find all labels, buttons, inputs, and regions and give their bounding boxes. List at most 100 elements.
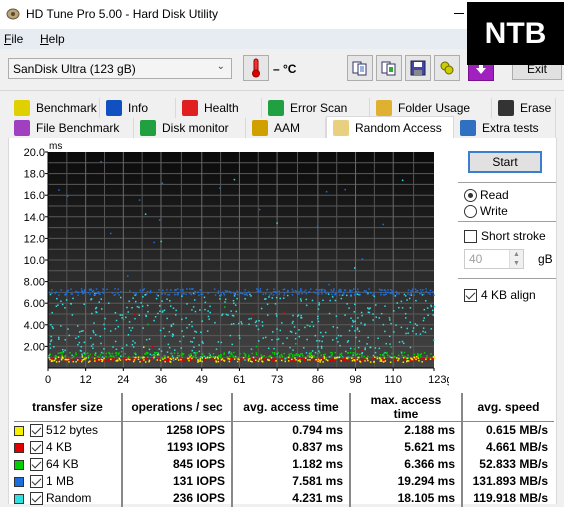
data-point	[77, 335, 80, 338]
series-checkbox[interactable]	[30, 424, 43, 438]
tab-info[interactable]: Info	[100, 98, 176, 118]
data-point	[172, 307, 175, 309]
data-point	[192, 306, 195, 308]
short-stroke-spinner[interactable]: 40 ▲ ▼	[464, 249, 524, 269]
data-point	[305, 352, 308, 354]
data-point	[130, 357, 133, 360]
data-point	[92, 330, 94, 332]
data-point	[281, 322, 283, 324]
series-checkbox[interactable]	[30, 458, 43, 472]
data-point	[66, 358, 68, 361]
menu-file[interactable]: File	[4, 32, 23, 46]
data-point	[307, 359, 309, 361]
data-point	[99, 354, 102, 356]
short-stroke-unit: gB	[538, 252, 553, 266]
data-point	[366, 357, 368, 360]
data-point	[251, 314, 253, 316]
data-point	[352, 354, 354, 356]
tab-health[interactable]: Health	[176, 98, 262, 118]
data-point	[335, 337, 338, 340]
data-point	[180, 358, 182, 361]
data-point	[110, 358, 112, 361]
copy-screenshot-button[interactable]	[376, 55, 402, 81]
tab-aam[interactable]: AAM	[246, 118, 326, 138]
data-point	[146, 356, 149, 358]
data-point	[257, 360, 260, 362]
data-point	[191, 325, 193, 328]
tab-benchmark[interactable]: Benchmark	[8, 98, 100, 118]
data-point	[384, 289, 386, 291]
data-point	[385, 291, 387, 293]
data-point	[176, 288, 179, 290]
data-point	[374, 347, 377, 349]
temperature-button[interactable]	[243, 55, 269, 81]
data-point	[356, 353, 359, 355]
data-point	[216, 356, 219, 359]
data-point	[295, 359, 297, 361]
data-point	[351, 359, 354, 362]
data-point	[117, 288, 120, 290]
data-point	[354, 320, 356, 323]
data-point	[401, 354, 404, 357]
series-color-swatch	[14, 442, 24, 453]
data-point	[410, 290, 412, 292]
data-point	[183, 359, 185, 361]
tab-disk-monitor[interactable]: Disk monitor	[134, 118, 246, 138]
data-point	[182, 353, 185, 355]
data-point	[248, 356, 250, 358]
data-point	[314, 334, 317, 337]
data-point	[131, 343, 134, 346]
data-point	[372, 294, 375, 296]
data-point	[358, 330, 361, 333]
data-point	[398, 293, 400, 295]
data-point	[114, 312, 117, 314]
data-point	[317, 320, 320, 323]
spinner-arrows[interactable]: ▲ ▼	[509, 250, 523, 268]
data-point	[396, 302, 399, 304]
tab-extra-tests[interactable]: Extra tests	[454, 118, 556, 138]
series-checkbox[interactable]	[30, 475, 43, 489]
series-checkbox[interactable]	[30, 492, 43, 506]
data-point	[186, 303, 188, 305]
tab-folder-usage[interactable]: Folder Usage	[370, 98, 492, 118]
data-point	[71, 354, 73, 357]
read-radio[interactable]: Read	[464, 188, 509, 202]
minimize-button[interactable]	[452, 4, 466, 18]
copy-info-icon	[352, 61, 367, 76]
short-stroke-checkbox[interactable]: Short stroke	[464, 229, 546, 243]
radio-dot	[464, 188, 477, 202]
data-point	[87, 361, 90, 363]
data-point	[348, 307, 350, 309]
save-button[interactable]	[405, 55, 431, 81]
series-checkbox[interactable]	[30, 441, 43, 455]
data-point	[430, 328, 432, 330]
data-point	[173, 352, 176, 354]
write-radio[interactable]: Write	[464, 204, 508, 218]
data-point	[129, 358, 131, 361]
drive-select[interactable]: SanDisk Ultra (123 gB) ⌄	[8, 58, 232, 79]
data-point	[315, 288, 318, 291]
x-tick-label: 49	[196, 374, 208, 386]
menu-help[interactable]: Help	[40, 32, 65, 46]
copy-info-button[interactable]	[347, 55, 373, 81]
data-point	[286, 337, 288, 339]
data-point	[134, 356, 136, 359]
data-point	[256, 288, 258, 290]
data-point	[49, 353, 52, 356]
tab-erase[interactable]: Erase	[492, 98, 556, 118]
data-point	[194, 330, 196, 333]
data-point	[166, 317, 168, 320]
align-4kb-checkbox[interactable]: 4 KB align	[464, 288, 536, 302]
data-point	[189, 292, 191, 294]
tab-file-benchmark[interactable]: File Benchmark	[8, 118, 134, 138]
tab-random-access[interactable]: Random Access	[326, 116, 454, 138]
data-point	[229, 334, 232, 337]
data-point	[356, 327, 359, 329]
data-point	[57, 304, 59, 306]
options-button[interactable]	[434, 55, 460, 81]
tab-error-scan[interactable]: Error Scan	[262, 98, 370, 118]
data-point	[81, 359, 84, 361]
data-point	[320, 345, 323, 348]
data-point	[176, 355, 179, 357]
start-button[interactable]: Start	[468, 151, 542, 173]
